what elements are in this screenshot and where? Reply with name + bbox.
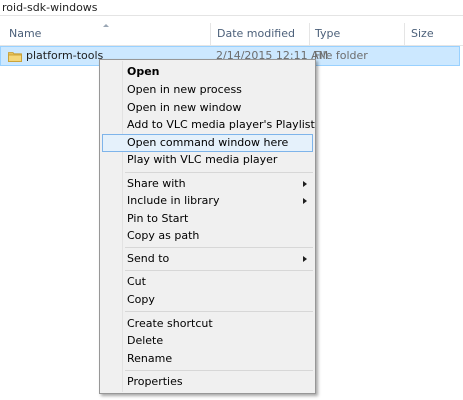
file-type: File folder: [314, 49, 368, 62]
column-divider[interactable]: [309, 23, 310, 45]
menu-item-play-with-vlc[interactable]: Play with VLC media player: [102, 151, 313, 169]
menu-separator: [125, 370, 313, 371]
menu-item-open-command-window-here[interactable]: Open command window here: [102, 134, 313, 152]
menu-item-create-shortcut[interactable]: Create shortcut: [102, 315, 313, 333]
sort-ascending-icon: [103, 24, 109, 27]
address-path[interactable]: roid-sdk-windows: [0, 0, 463, 16]
column-divider[interactable]: [210, 23, 211, 45]
menu-item-label: Include in library: [127, 194, 220, 207]
menu-item-label: Send to: [127, 252, 170, 265]
menu-item-add-to-vlc-playlist[interactable]: Add to VLC media player's Playlist: [102, 116, 315, 134]
column-header-size[interactable]: Size: [411, 23, 434, 45]
menu-separator: [125, 172, 313, 173]
column-header-date[interactable]: Date modified: [217, 23, 295, 45]
menu-separator: [125, 311, 313, 312]
menu-item-rename[interactable]: Rename: [102, 350, 313, 368]
menu-item-copy-as-path[interactable]: Copy as path: [102, 227, 313, 245]
menu-item-include-in-library[interactable]: Include in library: [102, 192, 313, 210]
menu-item-open[interactable]: Open: [102, 63, 313, 81]
file-name[interactable]: platform-tools: [26, 47, 103, 65]
menu-separator: [125, 270, 313, 271]
context-menu: Open Open in new process Open in new win…: [99, 59, 316, 394]
menu-item-label: Share with: [127, 177, 186, 190]
menu-item-copy[interactable]: Copy: [102, 291, 313, 309]
column-header-bar: Name Date modified Type Size: [0, 23, 463, 46]
menu-item-delete[interactable]: Delete: [102, 332, 313, 350]
menu-item-send-to[interactable]: Send to: [102, 250, 313, 268]
menu-item-open-in-new-window[interactable]: Open in new window: [102, 99, 313, 117]
column-header-type[interactable]: Type: [315, 23, 340, 45]
menu-separator: [125, 247, 313, 248]
submenu-arrow-icon: [303, 181, 307, 187]
submenu-arrow-icon: [303, 256, 307, 262]
folder-icon: [8, 52, 22, 62]
menu-item-properties[interactable]: Properties: [102, 373, 313, 391]
menu-item-pin-to-start[interactable]: Pin to Start: [102, 210, 313, 228]
menu-item-cut[interactable]: Cut: [102, 273, 313, 291]
column-divider[interactable]: [404, 23, 405, 45]
column-header-name[interactable]: Name: [9, 23, 41, 45]
menu-item-open-in-new-process[interactable]: Open in new process: [102, 81, 313, 99]
menu-item-share-with[interactable]: Share with: [102, 175, 313, 193]
submenu-arrow-icon: [303, 198, 307, 204]
